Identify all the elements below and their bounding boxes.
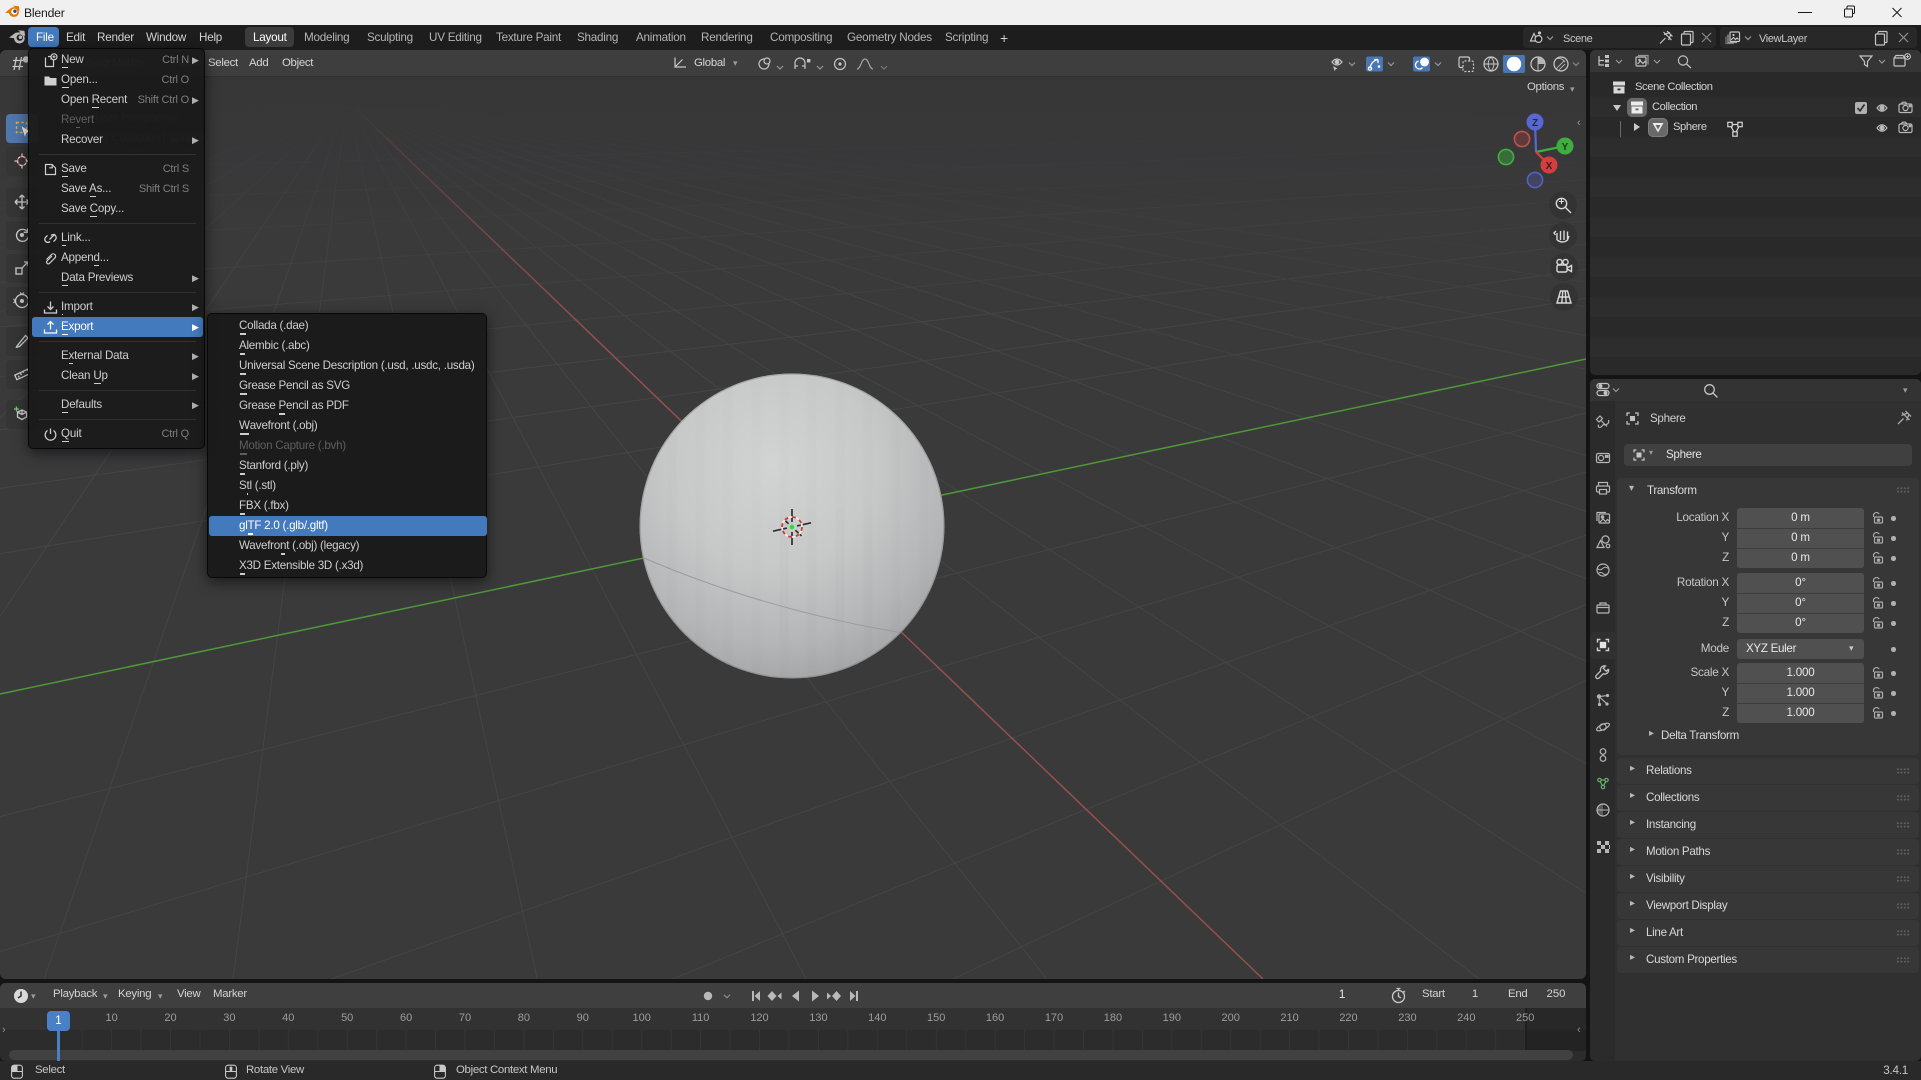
svg-text:Y: Y: [1562, 142, 1569, 153]
svg-text:‹: ‹: [1577, 117, 1581, 129]
svg-text:X: X: [1546, 161, 1553, 172]
svg-text:Z: Z: [1532, 118, 1538, 129]
